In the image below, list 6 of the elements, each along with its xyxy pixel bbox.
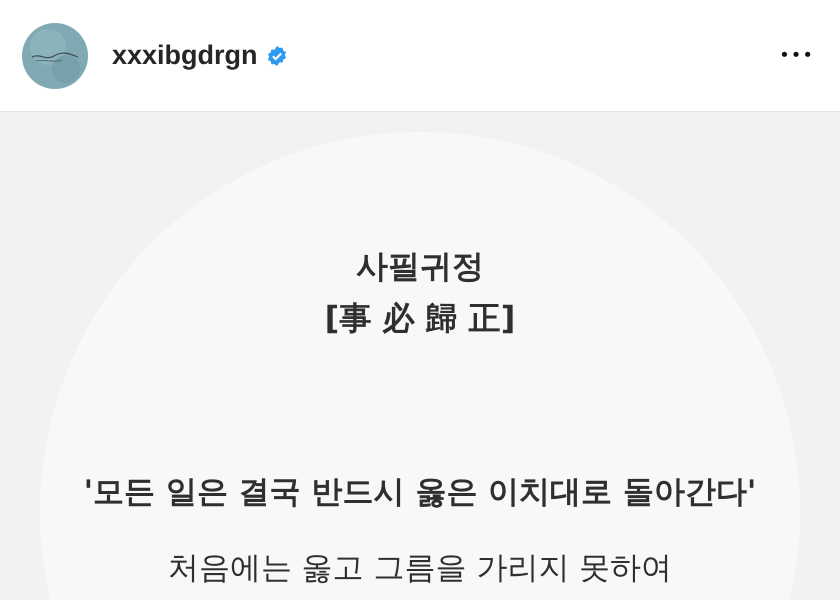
title-text: 사필귀정 — [356, 246, 484, 287]
title-text: [事 必 歸 正] — [324, 298, 516, 339]
body-text: 처음에는 옳고 그름을 가리지 못하여 — [168, 549, 672, 588]
username[interactable]: xxxibgdrgn — [112, 40, 258, 71]
more-options-button[interactable]: ••• — [775, 41, 818, 70]
quote-text: '모든 일은 결국 반드시 옳은 이치대로 돌아간다' — [84, 473, 756, 512]
